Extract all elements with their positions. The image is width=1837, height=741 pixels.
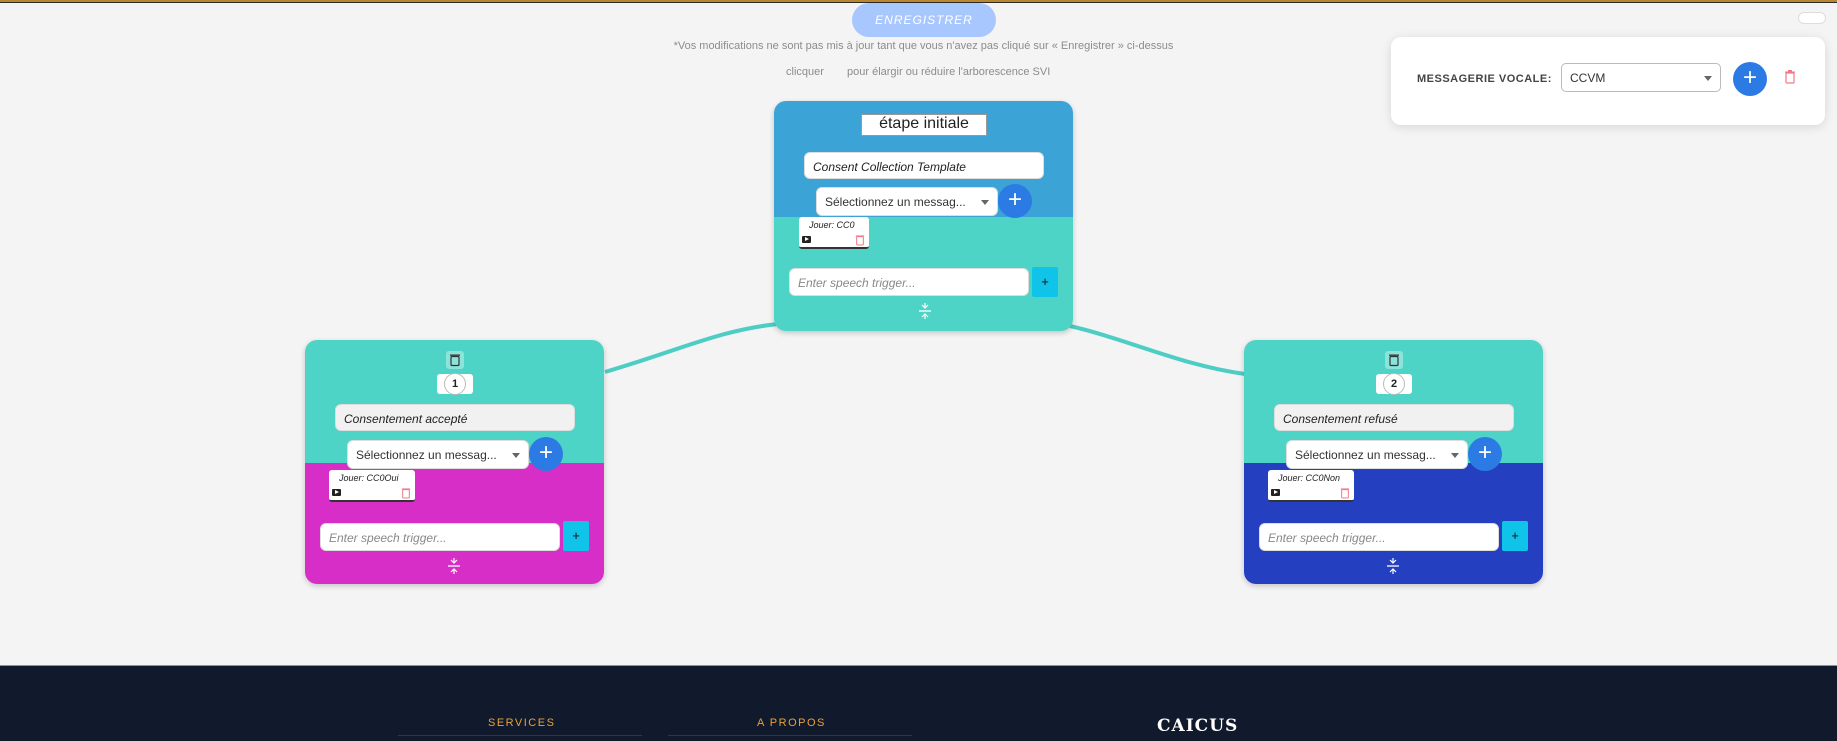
initial-step-name-input[interactable]: Consent Collection Template — [804, 152, 1044, 179]
add-message-button[interactable]: + — [529, 437, 563, 471]
audio-label: Jouer: CC0 — [809, 220, 855, 230]
branch-node-1: 1 Consentement accepté Sélectionnez un m… — [305, 340, 604, 584]
speech-trigger-input[interactable]: Enter speech trigger... — [320, 523, 560, 551]
branch-number: 2 — [1383, 373, 1405, 395]
trash-icon[interactable] — [401, 486, 411, 504]
branch-name-input[interactable]: Consentement refusé — [1274, 404, 1514, 431]
connector-left — [604, 322, 779, 374]
add-speech-trigger-button[interactable]: + — [1502, 521, 1528, 551]
audio-chip[interactable]: Jouer: CC0Non — [1268, 470, 1354, 502]
footer — [0, 666, 1837, 741]
audio-chip[interactable]: Jouer: CC0 — [799, 217, 869, 249]
delete-branch-button[interactable] — [446, 351, 464, 369]
branch-number: 1 — [444, 373, 466, 395]
audio-label: Jouer: CC0Oui — [339, 473, 399, 483]
trash-icon[interactable] — [855, 233, 865, 251]
footer-brand: CAICUS — [1157, 716, 1239, 736]
footer-link-services[interactable]: SERVICES — [488, 717, 555, 729]
footer-link-about[interactable]: A PROPOS — [757, 717, 826, 729]
audio-chip[interactable]: Jouer: CC0Oui — [329, 470, 415, 502]
branch-message-select[interactable]: Sélectionnez un messag... — [1286, 440, 1468, 469]
footer-divider — [668, 735, 912, 736]
collapse-icon[interactable] — [447, 558, 461, 577]
initial-step-title: étape initiale — [861, 114, 987, 136]
trash-icon — [450, 354, 460, 367]
branch-number-chip: 2 — [1376, 373, 1412, 395]
voicemail-label: MESSAGERIE VOCALE: — [1417, 73, 1552, 85]
message-select-placeholder: Sélectionnez un messag... — [1295, 448, 1436, 462]
speech-trigger-input[interactable]: Enter speech trigger... — [1259, 523, 1499, 551]
voicemail-add-button[interactable]: + — [1733, 62, 1767, 96]
chevron-down-icon — [981, 200, 989, 205]
add-speech-trigger-button[interactable]: + — [1032, 267, 1058, 297]
voicemail-selected-value: CCVM — [1570, 71, 1606, 85]
chevron-down-icon — [512, 453, 520, 458]
collapse-icon[interactable] — [918, 303, 932, 322]
branch-number-chip: 1 — [437, 373, 473, 395]
add-message-button[interactable]: + — [998, 184, 1032, 218]
add-speech-trigger-button[interactable]: + — [563, 521, 589, 551]
branch-message-select[interactable]: Sélectionnez un messag... — [347, 440, 529, 469]
speech-trigger-input[interactable]: Enter speech trigger... — [789, 268, 1029, 296]
footer-divider — [398, 735, 642, 736]
voicemail-card: MESSAGERIE VOCALE: CCVM + — [1391, 37, 1825, 125]
trash-icon — [1389, 354, 1399, 367]
voicemail-select[interactable]: CCVM — [1561, 63, 1721, 92]
chevron-down-icon — [1704, 76, 1712, 81]
initial-message-select[interactable]: Sélectionnez un messag... — [816, 187, 998, 216]
chevron-down-icon — [1451, 453, 1459, 458]
connector-right — [1069, 324, 1246, 376]
trash-icon[interactable] — [1784, 70, 1796, 89]
branch-node-2: 2 Consentement refusé Sélectionnez un me… — [1244, 340, 1543, 584]
play-icon[interactable] — [1271, 489, 1280, 496]
message-select-placeholder: Sélectionnez un messag... — [825, 195, 966, 209]
play-icon[interactable] — [332, 489, 341, 496]
message-select-placeholder: Sélectionnez un messag... — [356, 448, 497, 462]
trash-icon[interactable] — [1340, 486, 1350, 504]
branch-name-input[interactable]: Consentement accepté — [335, 404, 575, 431]
delete-branch-button[interactable] — [1385, 351, 1403, 369]
initial-step-node: étape initiale Consent Collection Templa… — [774, 101, 1073, 331]
play-icon[interactable] — [802, 236, 811, 243]
audio-label: Jouer: CC0Non — [1278, 473, 1341, 483]
collapse-icon[interactable] — [1386, 558, 1400, 577]
add-message-button[interactable]: + — [1468, 437, 1502, 471]
